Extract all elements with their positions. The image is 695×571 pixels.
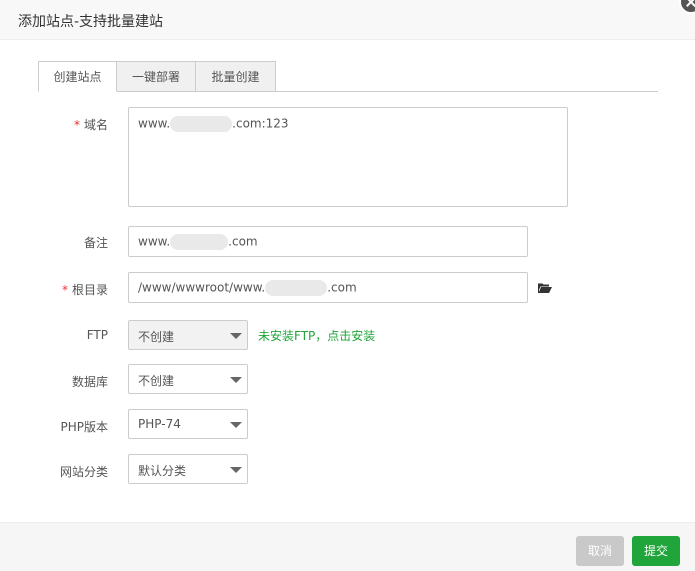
dialog-footer: 取消 提交 [0,522,695,571]
php-version-select[interactable]: PHP-74 [128,409,248,439]
remark-value-suffix: .com [228,234,258,249]
domain-value-suffix: .com:123 [232,116,289,131]
root-dir-input[interactable]: /www/wwwroot/www. .com [128,272,528,303]
domain-value-prefix: www. [138,116,171,131]
domain-value: www. .com:123 [138,116,289,132]
tab-create-site[interactable]: 创建站点 [38,61,117,92]
tab-batch-create[interactable]: 批量创建 [196,61,276,92]
domain-label: * 域名 [38,116,108,133]
domain-textarea[interactable]: www. .com:123 [128,107,568,207]
folder-open-icon[interactable] [538,283,552,293]
ftp-selected: 不创建 [138,330,175,344]
remark-value-prefix: www. [138,234,171,249]
ftp-select[interactable]: 不创建 [128,320,248,350]
redacted-blur [265,280,328,296]
root-label: * 根目录 [38,281,108,298]
tab-one-click-deploy[interactable]: 一键部署 [117,61,196,92]
chevron-down-icon [230,333,242,339]
root-value-prefix: /www/wwwroot/www. [138,280,266,295]
cancel-button[interactable]: 取消 [576,536,624,566]
php-label: PHP版本 [60,420,109,434]
remark-input[interactable]: www. .com [128,226,528,257]
submit-button[interactable]: 提交 [632,536,680,566]
tab-bar: 创建站点 一键部署 批量创建 [38,61,658,92]
category-label: 网站分类 [59,465,108,479]
redacted-blur [170,116,233,132]
install-ftp-link[interactable]: 未安装FTP，点击安装 [258,327,375,344]
remark-value: www. .com [138,234,258,250]
dialog-titlebar: 添加站点-支持批量建站 [0,0,695,40]
required-mark: * [73,118,80,132]
root-value-suffix: .com [327,280,357,295]
database-selected: 不创建 [138,374,175,388]
root-value: /www/wwwroot/www. .com [138,280,357,296]
chevron-down-icon [230,422,242,428]
ftp-label: FTP [86,328,108,342]
php-selected: PHP-74 [138,417,181,431]
redacted-blur [170,234,229,250]
category-select[interactable]: 默认分类 [128,454,248,484]
chevron-down-icon [230,467,242,473]
required-mark: * [61,283,68,297]
category-selected: 默认分类 [138,464,187,478]
root-label-text: 根目录 [71,283,108,297]
close-icon[interactable] [679,0,695,14]
database-label: 数据库 [71,375,108,389]
remark-label: 备注 [83,236,108,250]
dialog-title: 添加站点-支持批量建站 [18,14,164,30]
chevron-down-icon [230,377,242,383]
domain-label-text: 域名 [83,118,108,132]
database-select[interactable]: 不创建 [128,364,248,394]
